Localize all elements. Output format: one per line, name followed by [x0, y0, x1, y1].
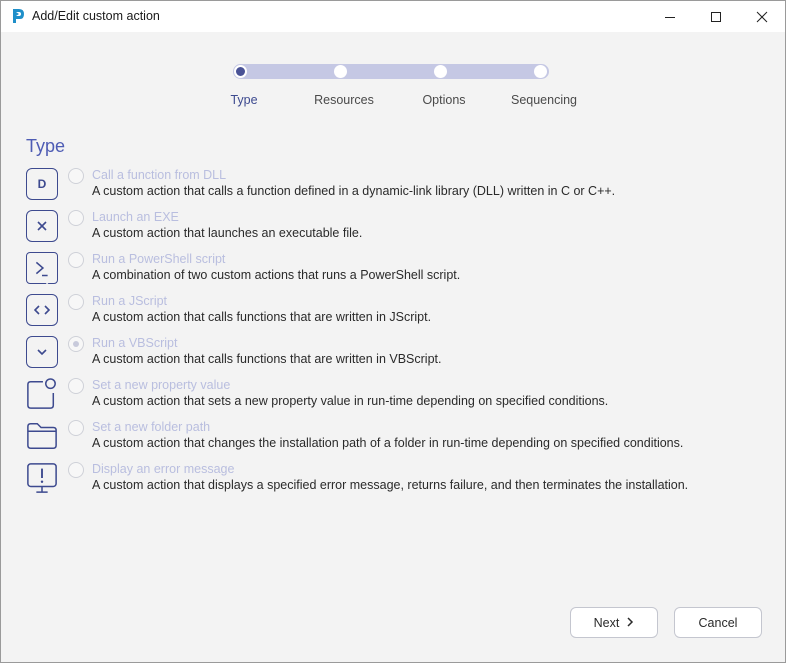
option-set-property[interactable]: Set a new property value A custom action…	[1, 378, 785, 418]
option-description: A custom action that changes the install…	[92, 436, 684, 450]
radio-powershell[interactable]	[68, 252, 84, 268]
powershell-icon	[26, 252, 58, 284]
step-dot-type[interactable]	[234, 65, 247, 78]
option-description: A custom action that displays a specifie…	[92, 478, 689, 492]
property-icon	[26, 378, 58, 410]
app-logo-icon	[10, 8, 26, 24]
option-description: A custom action that calls functions tha…	[92, 310, 432, 324]
option-title: Set a new folder path	[92, 420, 211, 434]
title-bar: Add/Edit custom action	[1, 1, 785, 32]
option-jscript[interactable]: Run a JScript A custom action that calls…	[1, 294, 785, 334]
close-icon[interactable]	[739, 1, 785, 32]
option-title: Call a function from DLL	[92, 168, 227, 182]
step-dot-options[interactable]	[434, 65, 447, 78]
option-description: A custom action that launches an executa…	[92, 226, 363, 240]
dialog-window: Add/Edit custom action Type Resources Op…	[0, 0, 786, 663]
step-label-options[interactable]: Options	[422, 93, 465, 107]
dialog-content: Type Resources Options Sequencing Type D…	[1, 32, 785, 662]
step-dot-sequencing[interactable]	[534, 65, 547, 78]
vbscript-icon	[26, 336, 58, 368]
option-description: A custom action that calls a function de…	[92, 184, 616, 198]
maximize-icon[interactable]	[693, 1, 739, 32]
radio-display-error[interactable]	[68, 462, 84, 478]
folder-icon	[26, 420, 58, 452]
option-launch-exe[interactable]: Launch an EXE A custom action that launc…	[1, 210, 785, 250]
option-title: Run a PowerShell script	[92, 252, 226, 266]
option-title: Run a JScript	[92, 294, 168, 308]
radio-call-dll[interactable]	[68, 168, 84, 184]
option-set-folder[interactable]: Set a new folder path A custom action th…	[1, 420, 785, 460]
step-label-type[interactable]: Type	[230, 93, 257, 107]
chevron-right-icon	[626, 616, 634, 630]
next-button[interactable]: Next	[570, 607, 658, 638]
radio-set-folder[interactable]	[68, 420, 84, 436]
exe-icon	[26, 210, 58, 242]
cancel-button[interactable]: Cancel	[674, 607, 762, 638]
step-label-sequencing[interactable]: Sequencing	[511, 93, 577, 107]
option-description: A custom action that calls functions tha…	[92, 352, 442, 366]
option-title: Display an error message	[92, 462, 235, 476]
dll-icon: D	[26, 168, 58, 200]
option-call-dll[interactable]: D Call a function from DLL A custom acti…	[1, 168, 785, 208]
option-title: Set a new property value	[92, 378, 231, 392]
window-title: Add/Edit custom action	[32, 9, 160, 23]
option-vbscript[interactable]: Run a VBScript A custom action that call…	[1, 336, 785, 376]
error-message-icon	[26, 462, 58, 494]
option-description: A combination of two custom actions that…	[92, 268, 461, 282]
step-dot-resources[interactable]	[334, 65, 347, 78]
option-title: Launch an EXE	[92, 210, 179, 224]
section-title: Type	[26, 136, 66, 156]
jscript-icon	[26, 294, 58, 326]
radio-launch-exe[interactable]	[68, 210, 84, 226]
cancel-button-label: Cancel	[698, 615, 738, 630]
radio-set-property[interactable]	[68, 378, 84, 394]
step-label-resources[interactable]: Resources	[314, 93, 374, 107]
minimize-icon[interactable]	[647, 1, 693, 32]
option-title: Run a VBScript	[92, 336, 178, 350]
next-button-label: Next	[593, 615, 620, 630]
radio-jscript[interactable]	[68, 294, 84, 310]
stepper-track	[233, 64, 549, 79]
option-display-error[interactable]: Display an error message A custom action…	[1, 462, 785, 502]
option-description: A custom action that sets a new property…	[92, 394, 609, 408]
radio-vbscript[interactable]	[68, 336, 84, 352]
option-powershell[interactable]: Run a PowerShell script A combination of…	[1, 252, 785, 292]
